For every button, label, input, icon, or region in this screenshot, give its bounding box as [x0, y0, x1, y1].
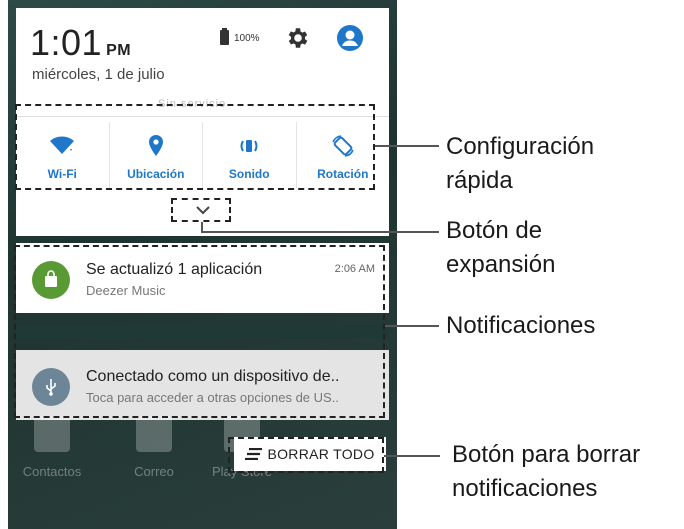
callout-expand: Botón de expansión — [446, 214, 555, 282]
gear-icon[interactable] — [285, 25, 311, 51]
clock-time: 1:01 — [30, 22, 103, 63]
callout-text: expansión — [446, 251, 556, 278]
callout-text: Notificaciones — [446, 312, 596, 339]
callout-line — [375, 145, 439, 147]
clock: 1:01 PM — [30, 22, 131, 64]
callout-text: rápida — [446, 167, 513, 194]
callout-notifications: Notificaciones — [446, 309, 595, 343]
callout-text: Botón de — [446, 217, 543, 244]
dock-label: Contactos — [22, 464, 82, 479]
callout-text: notificaciones — [452, 475, 598, 502]
callout-text: Botón para borrar — [452, 441, 641, 468]
callout-line — [384, 455, 440, 457]
dock-item-contacts[interactable]: Contactos — [22, 416, 82, 479]
callout-clear: Botón para borrar notificaciones — [452, 438, 640, 506]
quick-settings-highlight — [15, 104, 375, 190]
dock-label: Correo — [134, 464, 174, 479]
battery-percentage: 100% — [234, 33, 260, 44]
battery-icon — [220, 28, 229, 45]
mail-icon — [136, 416, 172, 452]
callout-line — [385, 325, 439, 327]
callout-line — [201, 231, 439, 233]
callout-text: Configuración — [446, 133, 595, 160]
dock-item-mail[interactable]: Correo — [124, 416, 184, 479]
callout-quick-settings: Configuración rápida — [446, 130, 594, 198]
date-label: miércoles, 1 de julio — [32, 66, 165, 83]
callout-line — [201, 222, 203, 232]
contacts-icon — [34, 416, 70, 452]
account-icon[interactable] — [336, 24, 364, 52]
expand-button-highlight — [171, 198, 231, 222]
notifications-highlight — [14, 245, 385, 418]
clear-button-highlight — [228, 437, 384, 473]
clock-ampm: PM — [106, 42, 132, 59]
